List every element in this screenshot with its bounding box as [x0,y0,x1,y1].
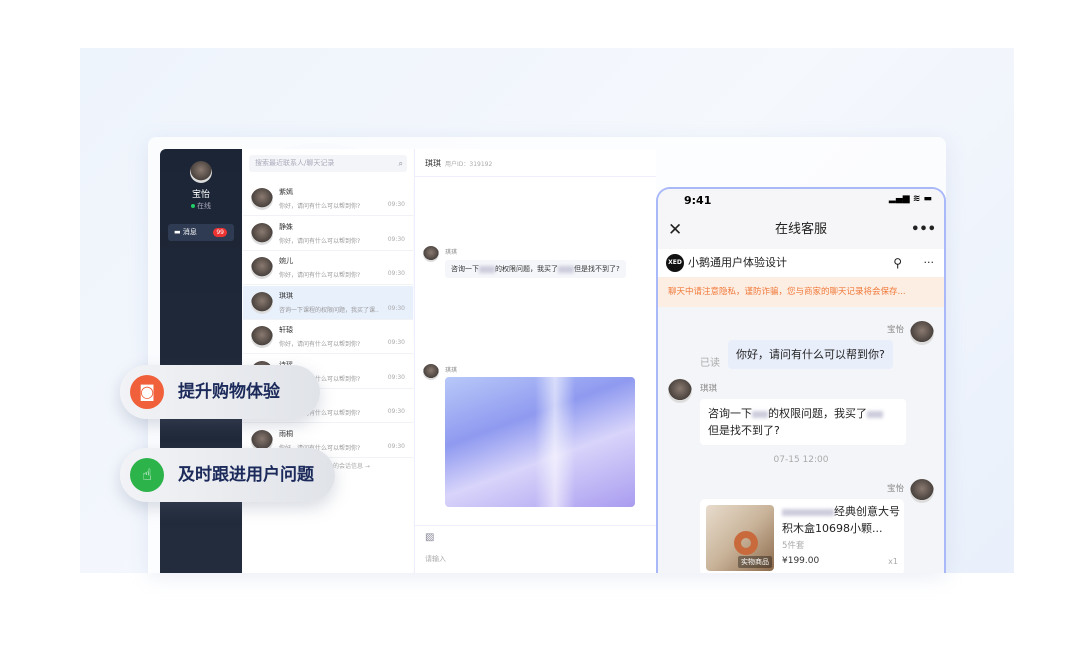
message-time: 09:30 [387,304,405,312]
privacy-notice: 聊天中请注意隐私，谨防诈骗，您与商家的聊天记录将会保存... [658,277,944,307]
user-id: 用户ID：319192 [445,161,493,168]
shop-logo: XED [666,254,684,272]
customer-name: 琪琪 [700,384,718,394]
avatar [251,291,273,314]
message-input[interactable]: ▨ 请输入 [415,525,657,573]
contact-name: 静姝 [279,222,293,231]
message-time: 09:30 [387,339,405,346]
shop-header: XED 小鹅通用户体验设计 ⚲ ··· [658,249,944,277]
message-preview: 你好，请问有什么可以帮到你? [279,272,361,279]
input-placeholder: 请输入 [425,555,446,563]
signal-wifi-battery-icon: ▂▄▆ ≋ ▬ [888,194,932,204]
contact-item[interactable]: 婉儿你好，请问有什么可以帮到你? 09:30 [243,251,413,285]
nav-bar: ✕ 在线客服 ••• [658,211,944,249]
messages-label: 消息 [182,228,197,236]
avatar[interactable] [190,161,212,183]
feature-pill-followup: ☝ 及时跟进用户问题 [120,448,335,502]
status-bar: 9:41 ▂▄▆ ≋ ▬ [658,189,944,211]
product-price: ¥199.00 [782,556,820,566]
read-receipt: 已读 [700,358,720,369]
avatar [251,222,273,245]
agent-name: 宝怡 [886,325,904,335]
message-preview: 你好，请问有什么可以帮到你? [279,203,361,210]
message-preview: 咨询一下课程的权限问题，我买了课... [279,306,379,314]
user-name: 宝怡 [191,190,210,200]
clock: 9:41 [684,194,712,207]
message-bubble: 咨询一下 的权限问题，我买了 但是找不到了? [445,260,626,278]
message-time: 09:30 [387,235,405,243]
search-icon[interactable]: ⌕ [399,155,403,172]
product-variant: 5件套 [782,541,805,551]
image-message[interactable] [445,377,635,507]
chat-title: 琪琪 [425,159,441,168]
contact-name: 婉儿 [279,257,293,265]
status: 在线 [160,201,242,211]
unread-badge: 99 [213,228,227,237]
status-text: 在线 [197,202,211,210]
agent-avatar [910,479,934,503]
message-preview: 你好，请问有什么可以帮到你? [279,341,361,348]
online-dot-icon [191,204,195,208]
shopping-bag-icon: ◙ [130,375,164,409]
message-preview: 你好，请问有什么可以帮到你? [279,237,361,245]
page-title: 在线客服 [774,222,827,237]
customer-avatar [668,379,692,403]
product-image: 实物商品 [706,505,774,571]
image-icon[interactable]: ▨ [425,532,434,543]
product-card[interactable]: 实物商品 经典创意大号积木盒10698小颗... 5件套 ¥199.00 x1 [700,499,904,573]
mobile-chat: 9:41 ▂▄▆ ≋ ▬ ✕ 在线客服 ••• XED 小鹅通用户体验设计 ⚲ ··· 聊天… [656,187,946,573]
message-time: 09:30 [387,373,405,381]
message-time: 09:30 [387,408,405,415]
avatar [251,257,273,279]
contact-name: 琪琪 [279,291,293,300]
contact-item[interactable]: 紫嫣你好，请问有什么可以帮到你? 09:30 [243,182,413,216]
product-title: 经典创意大号积木盒10698小颗... [782,505,900,535]
feature-pill-shopping: ◙ 提升购物体验 [120,365,320,419]
contact-item[interactable]: 轩辕你好，请问有什么可以帮到你? 09:30 [243,320,413,354]
timestamp: 07-15 12:00 [773,455,829,465]
chat-panel: 琪琪 用户ID：319192 琪琪 咨询一下 的权限问题，我买了 但是找不到了? 琪琪… [414,149,657,573]
contact-item[interactable]: 静姝你好，请问有什么可以帮到你? 09:30 [243,217,413,251]
avatar [423,364,439,380]
message-time: 09:30 [387,442,405,450]
user-icon[interactable]: ⚲ [893,249,902,277]
search-input[interactable]: 搜索最近联系人/聊天记录 ⌕ [249,155,407,172]
more-sessions-link[interactable]: 的会话信息 → [333,461,370,470]
more-icon[interactable]: ••• [911,211,936,249]
customer-message: 咨询一下 的权限问题，我买了 但是找不到了? [700,399,906,445]
feature-label: 及时跟进用户问题 [178,465,314,485]
contact-name: 轩辕 [279,326,293,334]
hand-tap-icon: ☝ [130,458,164,492]
close-icon[interactable]: ✕ [668,211,682,249]
product-tag: 实物商品 [738,556,772,568]
sidebar-item-messages[interactable]: ▬ 消息 99 [168,224,234,241]
sidebar: 宝怡 在线 ▬ 消息 99 [160,149,242,573]
contact-name: 紫嫣 [279,188,293,196]
message-time: 09:30 [387,201,405,208]
contact-name: 雨桐 [279,429,293,438]
chat-header: 琪琪 用户ID：319192 [415,149,656,177]
contact-list: 搜索最近联系人/聊天记录 ⌕ 紫嫣 你好，请问有什么可以帮到你? 09:30 静姝 你好，… [243,149,413,573]
search-placeholder: 搜索最近联系人/聊天记录 [255,159,335,167]
agent-avatar [910,321,934,345]
sender-name: 琪琪 [445,367,458,374]
shop-name[interactable]: 小鹅通用户体验设计 [688,256,787,269]
avatar [251,326,273,348]
sender-name: 琪琪 [445,249,458,256]
avatar [251,188,273,210]
feature-label: 提升购物体验 [178,382,280,402]
product-count: x1 [888,557,898,566]
agent-name: 宝怡 [886,484,904,494]
contact-item[interactable]: 琪琪咨询一下课程的权限问题，我买了课... 09:30 [243,285,413,320]
agent-message: 你好，请问有什么可以帮到你? [728,340,893,369]
avatar [423,246,439,262]
chat-icon: ▬ [174,228,183,236]
more-icon[interactable]: ··· [924,249,935,277]
message-time: 09:30 [387,270,405,277]
